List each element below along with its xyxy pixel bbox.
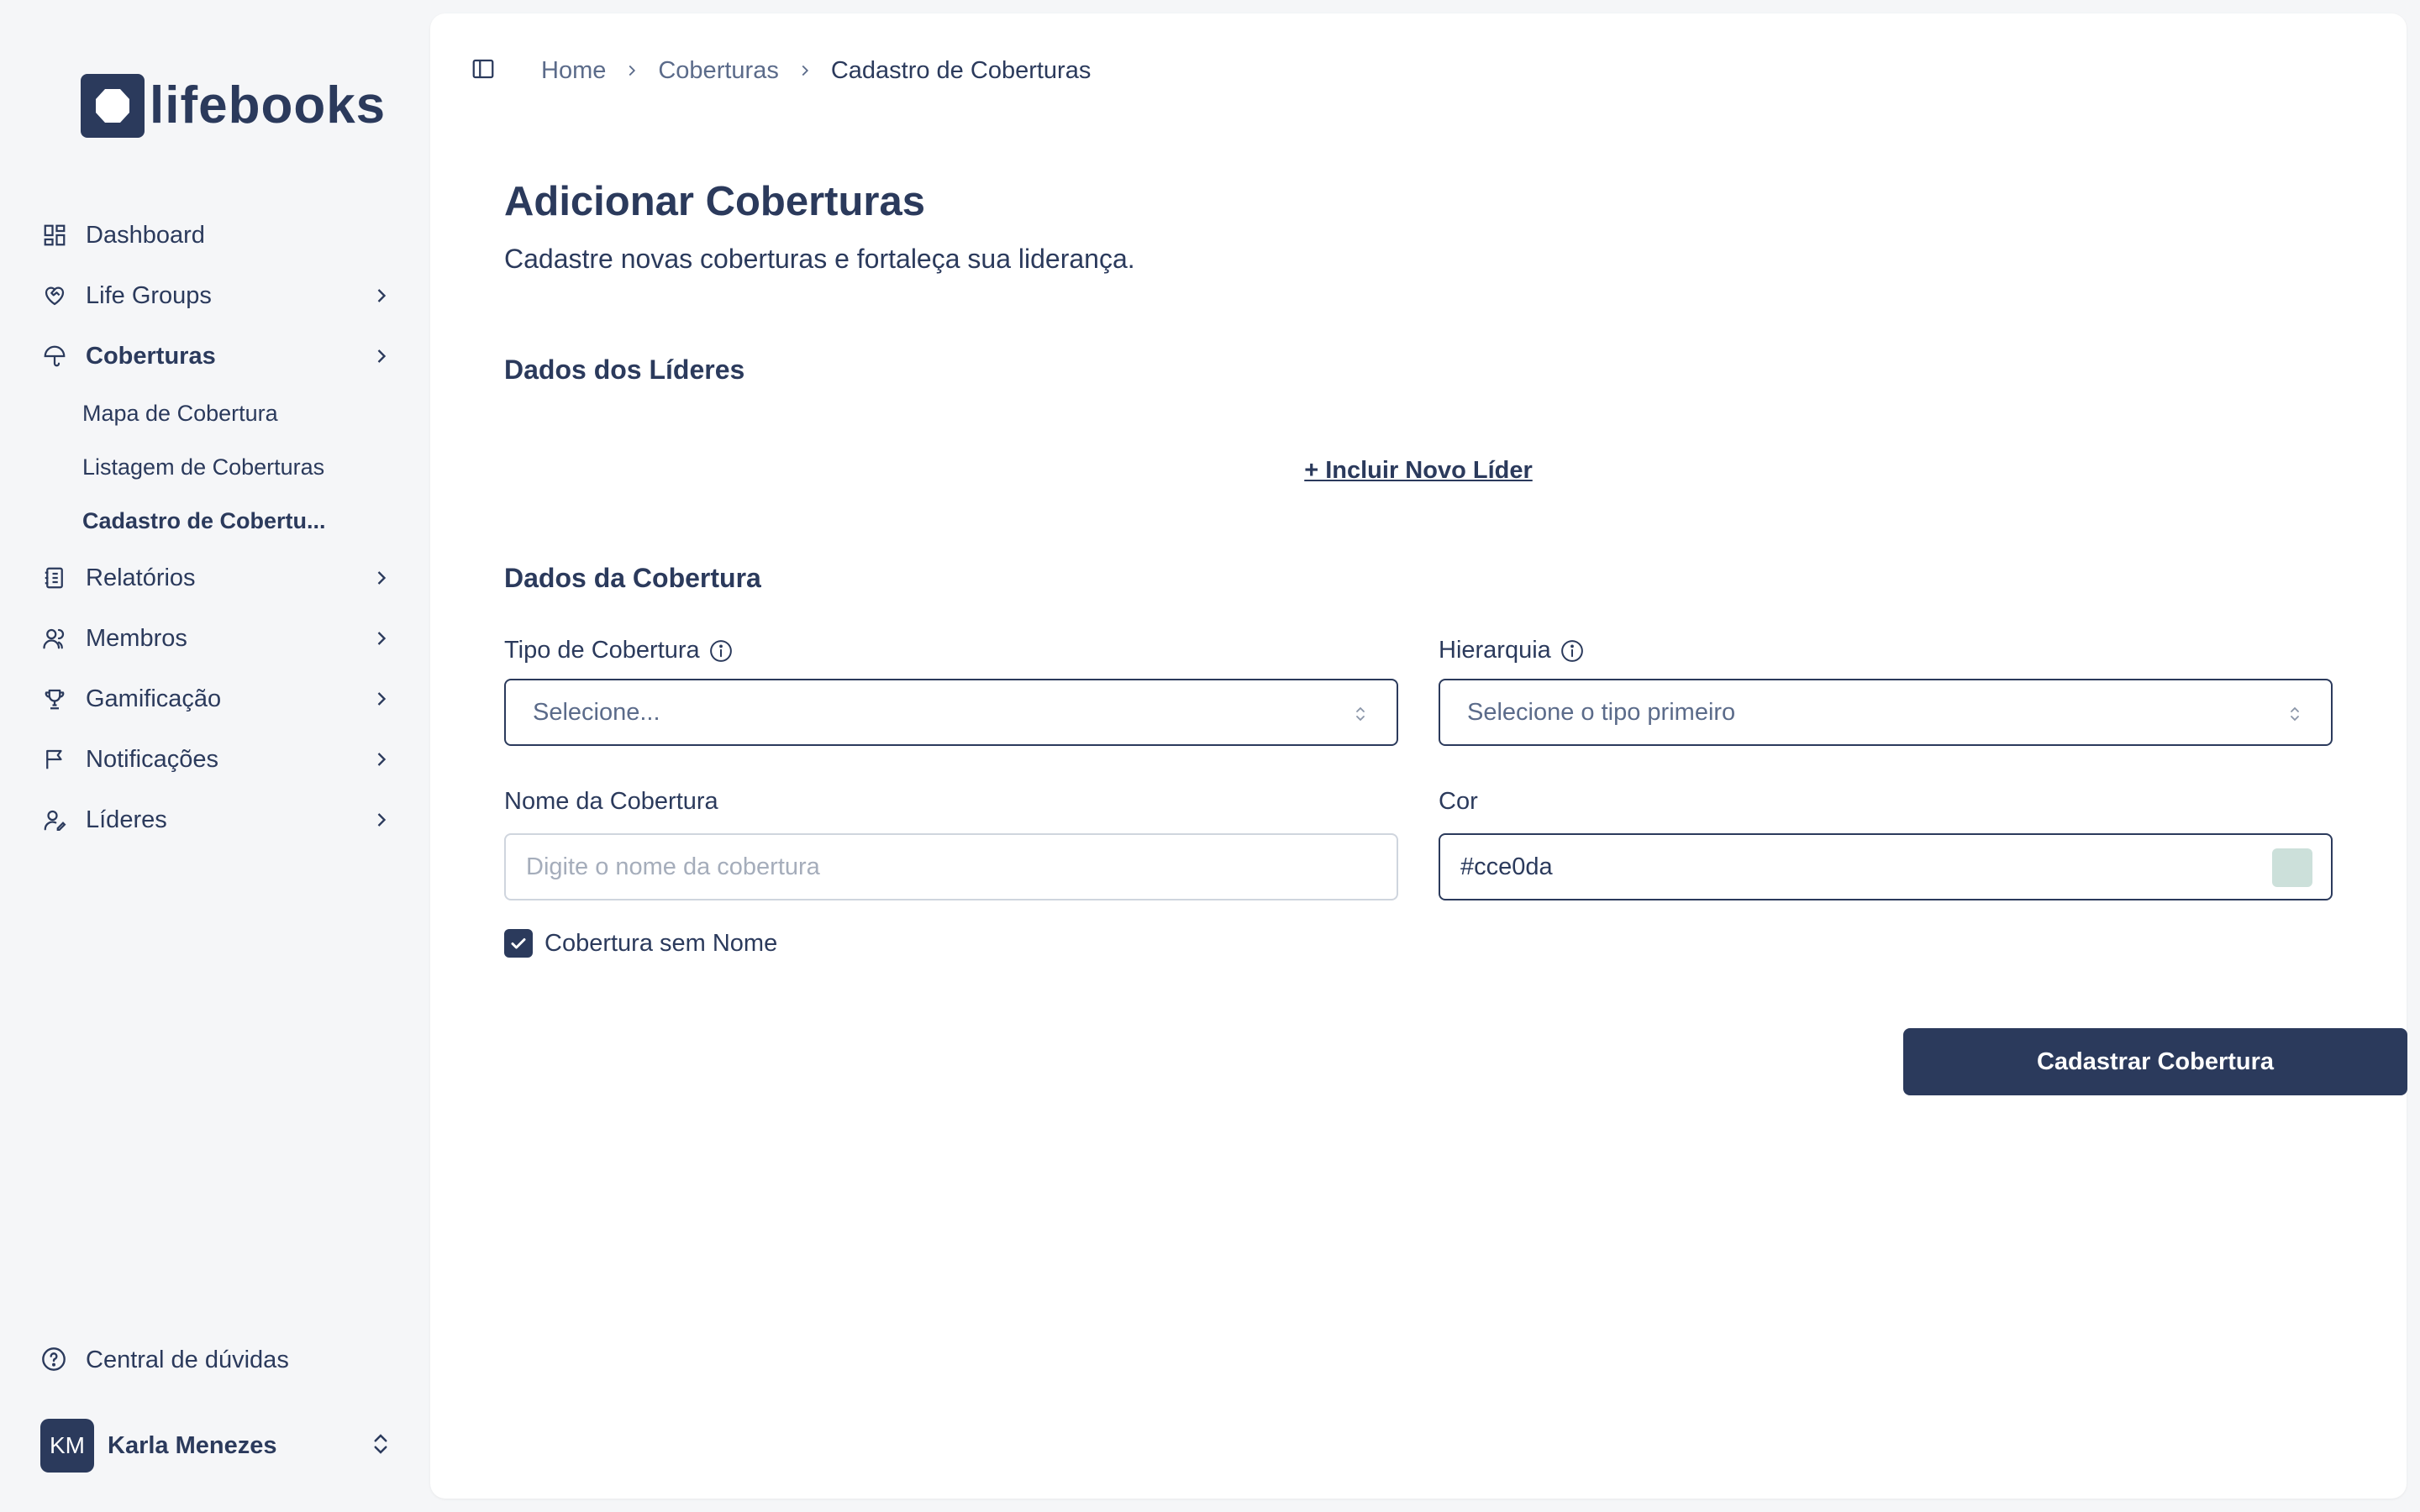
chevron-right-icon: [370, 344, 393, 368]
breadcrumb-current: Cadastro de Coberturas: [830, 56, 1092, 84]
unnamed-coverage-checkbox-row[interactable]: Cobertura sem Nome: [504, 929, 777, 958]
dashboard-icon: [40, 221, 69, 249]
info-icon[interactable]: [708, 638, 734, 664]
color-value: #cce0da: [1460, 853, 1553, 880]
chevron-right-icon: [623, 61, 641, 80]
leaders-section-title: Dados dos Líderes: [504, 354, 745, 385]
chevron-right-icon: [370, 627, 393, 650]
logo-mark-icon: [81, 74, 145, 138]
brand-logo[interactable]: lifebooks: [81, 74, 386, 138]
sidebar-subitem-mapa-de-cobertura[interactable]: Mapa de Cobertura: [34, 386, 400, 440]
sidebar-subitem-cadastro-de-coberturas[interactable]: Cadastro de Cobertu...: [34, 494, 400, 548]
user-pen-icon: [40, 806, 69, 834]
app-root: lifebooks Dashboard Life Groups Cobertur…: [0, 0, 2420, 1512]
umbrella-icon: [40, 342, 69, 370]
hierarchy-label-text: Hierarquia: [1439, 637, 1551, 664]
sidebar-item-relatorios[interactable]: Relatórios: [34, 548, 400, 608]
check-icon: [511, 938, 526, 949]
chevron-right-icon: [370, 566, 393, 590]
help-center-label: Central de dúvidas: [86, 1346, 289, 1373]
sidebar: lifebooks Dashboard Life Groups Cobertur…: [0, 0, 430, 1512]
notebook-icon: [40, 564, 69, 592]
submit-coverage-button[interactable]: Cadastrar Cobertura: [1903, 1028, 2407, 1095]
sidebar-item-coberturas[interactable]: Coberturas: [34, 326, 400, 386]
select-arrows-icon: [1351, 703, 1370, 723]
users-icon: [40, 624, 69, 653]
hierarchy-label: Hierarquia: [1439, 637, 1585, 664]
sidebar-item-label: Coberturas: [86, 342, 216, 370]
coverage-section-title: Dados da Cobertura: [504, 563, 761, 593]
sidebar-item-label: Membros: [86, 624, 187, 652]
coverage-type-label-text: Tipo de Cobertura: [504, 637, 700, 664]
coverage-name-placeholder: Digite o nome da cobertura: [526, 853, 820, 880]
sidebar-item-gamificacao[interactable]: Gamificação: [34, 669, 400, 729]
coverage-name-label: Nome da Cobertura: [504, 788, 718, 815]
page-subtitle: Cadastre novas coberturas e fortaleça su…: [504, 244, 1135, 274]
coverage-type-value: Selecione...: [533, 698, 660, 726]
topbar: Home Coberturas Cadastro de Coberturas: [471, 50, 1091, 91]
hierarchy-value: Selecione o tipo primeiro: [1467, 698, 1736, 726]
help-center-link[interactable]: Central de dúvidas: [40, 1346, 289, 1374]
avatar: KM: [40, 1419, 94, 1473]
trophy-icon: [40, 685, 69, 713]
sidebar-item-notificacoes[interactable]: Notificações: [34, 729, 400, 790]
help-circle-icon: [40, 1346, 69, 1374]
sidebar-subitem-listagem-de-coberturas[interactable]: Listagem de Coberturas: [34, 440, 400, 494]
sidebar-item-label: Líderes: [86, 806, 167, 833]
sidebar-item-label: Notificações: [86, 745, 218, 773]
select-arrows-icon: [2286, 703, 2304, 723]
chevron-right-icon: [370, 687, 393, 711]
heart-handshake-icon: [40, 281, 69, 310]
sidebar-item-lideres[interactable]: Líderes: [34, 790, 400, 850]
color-swatch[interactable]: [2272, 848, 2312, 887]
unnamed-coverage-checkbox[interactable]: [504, 929, 533, 958]
sidebar-item-label: Dashboard: [86, 221, 205, 249]
page-title: Adicionar Coberturas: [504, 179, 925, 224]
sidebar-nav: Dashboard Life Groups Coberturas Mapa de…: [34, 205, 400, 850]
chevron-right-icon: [370, 748, 393, 771]
sidebar-item-label: Relatórios: [86, 564, 196, 591]
breadcrumb-coberturas[interactable]: Coberturas: [658, 57, 778, 85]
main-content: Home Coberturas Cadastro de Coberturas A…: [430, 13, 2407, 1499]
hierarchy-select[interactable]: Selecione o tipo primeiro: [1439, 679, 2333, 746]
coverage-type-select[interactable]: Selecione...: [504, 679, 1398, 746]
sidebar-item-label: Life Groups: [86, 281, 212, 309]
color-input[interactable]: #cce0da: [1439, 833, 2333, 900]
flag-message-icon: [40, 745, 69, 774]
breadcrumb: Home Coberturas Cadastro de Coberturas: [541, 57, 1091, 85]
add-leader-link[interactable]: + Incluir Novo Líder: [504, 457, 2333, 485]
unnamed-coverage-label: Cobertura sem Nome: [544, 929, 778, 957]
color-label: Cor: [1439, 788, 1478, 815]
sidebar-item-label: Gamificação: [86, 685, 222, 712]
sidebar-item-life-groups[interactable]: Life Groups: [34, 265, 400, 326]
chevron-right-icon: [370, 808, 393, 832]
coverage-name-input[interactable]: Digite o nome da cobertura: [504, 833, 1398, 900]
chevrons-up-down-icon: [368, 1431, 397, 1460]
info-icon[interactable]: [1560, 638, 1585, 664]
user-name: Karla Menezes: [108, 1431, 277, 1459]
chevron-right-icon: [370, 284, 393, 307]
sidebar-toggle-icon[interactable]: [471, 56, 499, 85]
brand-name: lifebooks: [150, 76, 387, 134]
sidebar-item-membros[interactable]: Membros: [34, 608, 400, 669]
coverage-type-label: Tipo de Cobertura: [504, 637, 734, 664]
sidebar-item-dashboard[interactable]: Dashboard: [34, 205, 400, 265]
user-menu[interactable]: KM Karla Menezes: [40, 1418, 397, 1473]
chevron-right-icon: [796, 61, 814, 80]
breadcrumb-home[interactable]: Home: [541, 57, 606, 85]
